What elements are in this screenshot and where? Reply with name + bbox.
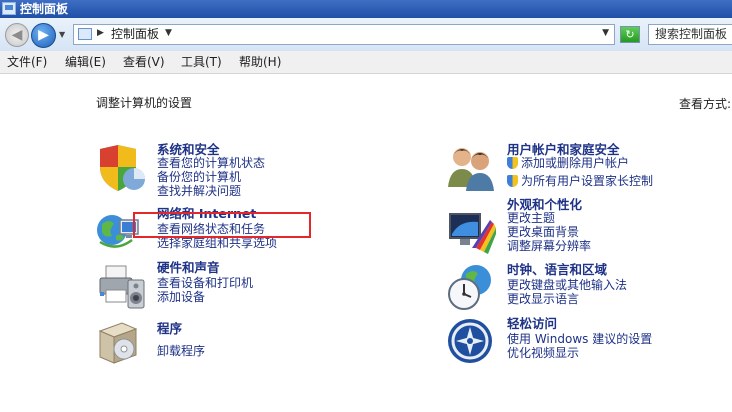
address-dropdown-icon[interactable]: ▼: [602, 28, 609, 38]
search-input[interactable]: 搜索控制面板: [648, 24, 732, 45]
link-troubleshoot[interactable]: 查找并解决问题: [157, 184, 241, 198]
menu-tools[interactable]: 工具(T): [181, 55, 222, 69]
link-add-device[interactable]: 添加设备: [157, 290, 205, 304]
users-icon[interactable]: [446, 143, 498, 193]
appearance-display-icon[interactable]: [446, 208, 498, 258]
shield-security-icon[interactable]: [96, 143, 148, 193]
link-change-keyboard[interactable]: 更改键盘或其他输入法: [507, 278, 627, 292]
uac-shield-icon: [507, 175, 518, 187]
category-user-accounts[interactable]: 用户帐户和家庭安全: [507, 142, 620, 157]
forward-button[interactable]: ▶: [31, 23, 56, 48]
menu-edit[interactable]: 编辑(E): [65, 55, 106, 69]
menu-help[interactable]: 帮助(H): [239, 55, 281, 69]
ease-of-access-icon[interactable]: [446, 317, 498, 367]
programs-box-icon[interactable]: [96, 317, 148, 367]
category-system-security[interactable]: 系统和安全: [157, 142, 220, 157]
view-by-label[interactable]: 查看方式:: [679, 95, 731, 112]
link-screen-resolution[interactable]: 调整屏幕分辨率: [507, 239, 591, 253]
link-devices-printers[interactable]: 查看设备和打印机: [157, 276, 253, 290]
link-add-remove-accounts[interactable]: 添加或删除用户帐户: [507, 156, 629, 170]
printer-speaker-icon[interactable]: [96, 262, 148, 312]
category-hardware-sound[interactable]: 硬件和声音: [157, 260, 220, 275]
link-view-computer-status[interactable]: 查看您的计算机状态: [157, 156, 265, 170]
address-bar[interactable]: ▶ 控制面板 ▼ ▼: [73, 24, 615, 45]
refresh-button[interactable]: ↻: [620, 26, 640, 43]
link-add-remove-accounts-label[interactable]: 添加或删除用户帐户: [521, 156, 629, 170]
category-ease-of-access[interactable]: 轻松访问: [507, 316, 557, 331]
category-appearance[interactable]: 外观和个性化: [507, 197, 582, 212]
link-backup-computer[interactable]: 备份您的计算机: [157, 170, 241, 184]
uac-shield-icon: [507, 157, 518, 169]
title-bar: 控制面板: [0, 0, 732, 18]
back-button[interactable]: ◀: [5, 23, 29, 47]
category-programs[interactable]: 程序: [157, 321, 182, 336]
clock-globe-icon[interactable]: [446, 262, 498, 312]
control-panel-icon: [78, 28, 92, 40]
chevron-down-icon[interactable]: ▼: [165, 28, 172, 38]
page-title: 调整计算机的设置: [96, 96, 193, 110]
link-optimize-visual[interactable]: 优化视频显示: [507, 346, 579, 360]
menu-view[interactable]: 查看(V): [123, 55, 165, 69]
control-panel-icon: [2, 2, 16, 15]
link-homegroup-sharing[interactable]: 选择家庭组和共享选项: [157, 236, 277, 250]
link-desktop-background[interactable]: 更改桌面背景: [507, 225, 579, 239]
link-parental-controls-label[interactable]: 为所有用户设置家长控制: [521, 174, 653, 188]
breadcrumb-control-panel[interactable]: 控制面板: [111, 27, 159, 42]
link-windows-recommended[interactable]: 使用 Windows 建议的设置: [507, 332, 652, 346]
menu-file[interactable]: 文件(F): [7, 55, 47, 69]
address-row: ◀ ▶ ▼ ▶ 控制面板 ▼ ▼ ↻ 搜索控制面板: [0, 18, 732, 52]
menu-bar: 文件(F) 编辑(E) 查看(V) 工具(T) 帮助(H): [0, 51, 732, 74]
chevron-right-icon[interactable]: ▶: [97, 28, 104, 38]
link-change-theme[interactable]: 更改主题: [507, 211, 555, 225]
link-parental-controls[interactable]: 为所有用户设置家长控制: [507, 174, 653, 188]
category-clock-region[interactable]: 时钟、语言和区域: [507, 262, 607, 277]
history-dropdown-icon[interactable]: ▼: [59, 30, 65, 39]
highlight-box: [133, 212, 311, 238]
window-title: 控制面板: [20, 2, 69, 16]
link-display-language[interactable]: 更改显示语言: [507, 292, 579, 306]
link-uninstall-program[interactable]: 卸载程序: [157, 344, 205, 358]
